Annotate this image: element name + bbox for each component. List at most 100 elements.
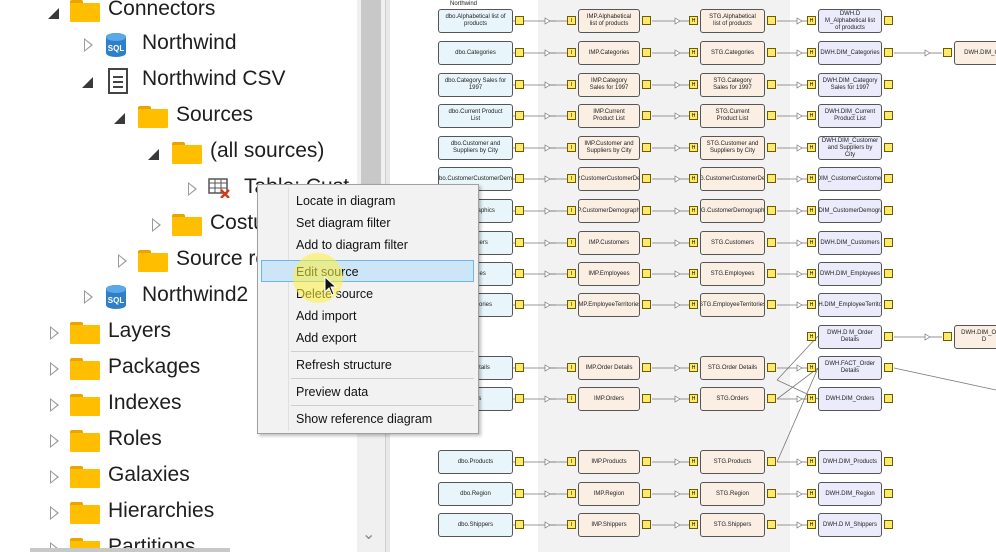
expanded-arrow-icon[interactable] <box>82 77 93 88</box>
diagram-node-dwh[interactable]: DWH.D M_Order Details <box>818 325 882 349</box>
collapsed-arrow-icon[interactable] <box>50 326 59 340</box>
diagram-node-src[interactable]: dbo.Products <box>438 450 513 474</box>
output-icon <box>767 300 776 309</box>
diagram-node-src[interactable]: dbo.Alphabetical list of products <box>438 9 513 33</box>
diagram-node-imp[interactable]: IMP.EmployeeTerritories <box>578 293 640 317</box>
menu-item-add-import[interactable]: Add import <box>296 306 356 326</box>
diagram-node-dwh[interactable]: DWH.DIM_Customer and Suppliers by City <box>818 136 882 160</box>
diagram-node-imp[interactable]: IMP.Employees <box>578 262 640 286</box>
diagram-node-stg[interactable]: STG.Shippers <box>700 513 765 537</box>
diagram-node-imp[interactable]: IMP.CustomerCustomerDemo <box>578 167 640 191</box>
diagram-node-imp[interactable]: IMP.Customer and Suppliers by City <box>578 136 640 160</box>
collapsed-arrow-icon[interactable] <box>50 434 59 448</box>
diagram-node-stg[interactable]: STG.CustomerDemographics <box>700 199 765 223</box>
collapsed-arrow-icon[interactable] <box>50 398 59 412</box>
menu-item-add-export[interactable]: Add export <box>296 328 356 348</box>
diagram-node-dwh[interactable]: DWH.D M_Alphabetical list of products <box>818 9 882 33</box>
collapsed-arrow-icon[interactable] <box>50 470 59 484</box>
output-icon <box>884 520 893 529</box>
tree-item-label: Source re <box>176 247 268 270</box>
diagram-node-stg[interactable]: STG.Customers <box>700 231 765 255</box>
output-icon <box>642 48 651 57</box>
diagram-node-src[interactable]: dbo.Customer and Suppliers by City <box>438 136 513 160</box>
transform-icon: H <box>807 143 816 152</box>
collapsed-arrow-icon[interactable] <box>152 218 161 232</box>
expanded-arrow-icon[interactable] <box>148 149 159 160</box>
diagram-node-stg[interactable]: STG.CustomerCustomerDemo <box>700 167 765 191</box>
output-icon <box>767 269 776 278</box>
collapsed-arrow-icon[interactable] <box>84 38 93 52</box>
expanded-arrow-icon[interactable] <box>114 113 125 124</box>
diagram-node-dwh[interactable]: DWH.DIM_Customers <box>818 231 882 255</box>
diagram-node-extra[interactable]: DWH.DIM_Order D <box>954 325 996 349</box>
menu-item-refresh-structure[interactable]: Refresh structure <box>296 355 392 375</box>
collapsed-arrow-icon[interactable] <box>118 254 127 268</box>
diagram-node-imp[interactable]: IMP.Current Product List <box>578 104 640 128</box>
scroll-down-icon[interactable]: ⌄ <box>362 524 375 544</box>
collapsed-arrow-icon[interactable] <box>188 182 197 196</box>
transform-icon: H <box>689 238 698 247</box>
diagram-node-imp[interactable]: IMP.Order Details <box>578 356 640 380</box>
menu-item-add-to-diagram-filter[interactable]: Add to diagram filter <box>296 235 408 255</box>
diagram-node-imp[interactable]: IMP.Customers <box>578 231 640 255</box>
diagram-node-dwh[interactable]: DWH.DIM_Products <box>818 450 882 474</box>
diagram-node-imp[interactable]: IMP.Shippers <box>578 513 640 537</box>
collapsed-arrow-icon[interactable] <box>84 290 93 304</box>
diagram-node-imp[interactable]: IMP.Categories <box>578 41 640 65</box>
diagram-node-dwh[interactable]: DWH.DIM_CustomerDemographics <box>818 199 882 223</box>
diagram-node-stg[interactable]: STG.Current Product List <box>700 104 765 128</box>
collapsed-arrow-icon[interactable] <box>50 506 59 520</box>
diagram-node-stg[interactable]: STG.Category Sales for 1997 <box>700 73 765 97</box>
diagram-node-imp[interactable]: IMP.Category Sales for 1997 <box>578 73 640 97</box>
arrow-icon <box>796 112 803 120</box>
diagram-node-src[interactable]: dbo.Shippers <box>438 513 513 537</box>
diagram-node-stg[interactable]: STG.Region <box>700 482 765 506</box>
diagram-node-dwh[interactable]: DWH.DIM_Region <box>818 482 882 506</box>
diagram-canvas[interactable]: Northwind dbo.Alphabetical list of produ… <box>390 0 996 552</box>
diagram-node-dwh[interactable]: DWH.DIM_CustomerCustomerDemo <box>818 167 882 191</box>
diagram-node-dwh[interactable]: DWH.DIM_Employees <box>818 262 882 286</box>
diagram-node-stg[interactable]: STG.Orders <box>700 387 765 411</box>
diagram-node-stg[interactable]: STG.EmployeeTerritories <box>700 293 765 317</box>
menu-item-locate-in-diagram[interactable]: Locate in diagram <box>296 191 395 211</box>
diagram-node-dwh[interactable]: DWH.DIM_Current Product List <box>818 104 882 128</box>
collapsed-arrow-icon[interactable] <box>50 362 59 376</box>
diagram-node-dwh[interactable]: DWH.DIM_Orders <box>818 387 882 411</box>
diagram-node-dwh[interactable]: DWH.DIM_EmployeeTerritories <box>818 293 882 317</box>
output-icon <box>515 520 524 529</box>
diagram-node-imp[interactable]: IMP.Orders <box>578 387 640 411</box>
transform-icon: I <box>567 300 576 309</box>
diagram-node-imp[interactable]: IMP.Products <box>578 450 640 474</box>
menu-item-show-reference-diagram[interactable]: Show reference diagram <box>296 409 432 429</box>
diagram-node-src[interactable]: dbo.Category Sales for 1997 <box>438 73 513 97</box>
menu-item-preview-data[interactable]: Preview data <box>296 382 368 402</box>
expanded-arrow-icon[interactable] <box>48 8 59 19</box>
tree-item-label: (all sources) <box>210 139 325 162</box>
diagram-node-stg[interactable]: STG.Categories <box>700 41 765 65</box>
diagram-node-stg[interactable]: STG.Customer and Suppliers by City <box>700 136 765 160</box>
diagram-node-imp[interactable]: IMP.CustomerDemographics <box>578 199 640 223</box>
diagram-node-stg[interactable]: STG.Products <box>700 450 765 474</box>
diagram-node-dwh[interactable]: DWH.FACT_Order Details <box>818 356 882 380</box>
diagram-node-src[interactable]: dbo.Region <box>438 482 513 506</box>
arrow-icon <box>796 175 803 183</box>
diagram-node-extra[interactable]: DWH.DIM_Cat <box>954 41 996 65</box>
diagram-node-dwh[interactable]: DWH.DIM_Category Sales for 1997 <box>818 73 882 97</box>
folder-icon <box>70 466 100 488</box>
diagram-node-dwh[interactable]: DWH.D M_Shippers <box>818 513 882 537</box>
diagram-node-src[interactable]: dbo.Current Product List <box>438 104 513 128</box>
output-icon <box>515 363 524 372</box>
folder-icon <box>70 430 100 452</box>
diagram-node-stg[interactable]: STG.Order Details <box>700 356 765 380</box>
folder-icon <box>138 106 168 128</box>
transform-icon: H <box>689 206 698 215</box>
diagram-node-src[interactable]: dbo.Categories <box>438 41 513 65</box>
diagram-node-stg[interactable]: STG.Employees <box>700 262 765 286</box>
horizontal-scrollbar-thumb[interactable] <box>30 548 230 552</box>
diagram-node-imp[interactable]: IMP.Region <box>578 482 640 506</box>
output-icon <box>767 520 776 529</box>
diagram-node-dwh[interactable]: DWH.DIM_Categories <box>818 41 882 65</box>
diagram-node-stg[interactable]: STG.Alphabetical list of products <box>700 9 765 33</box>
menu-item-set-diagram-filter[interactable]: Set diagram filter <box>296 213 390 233</box>
diagram-node-imp[interactable]: IMP.Alphabetical list of products <box>578 9 640 33</box>
